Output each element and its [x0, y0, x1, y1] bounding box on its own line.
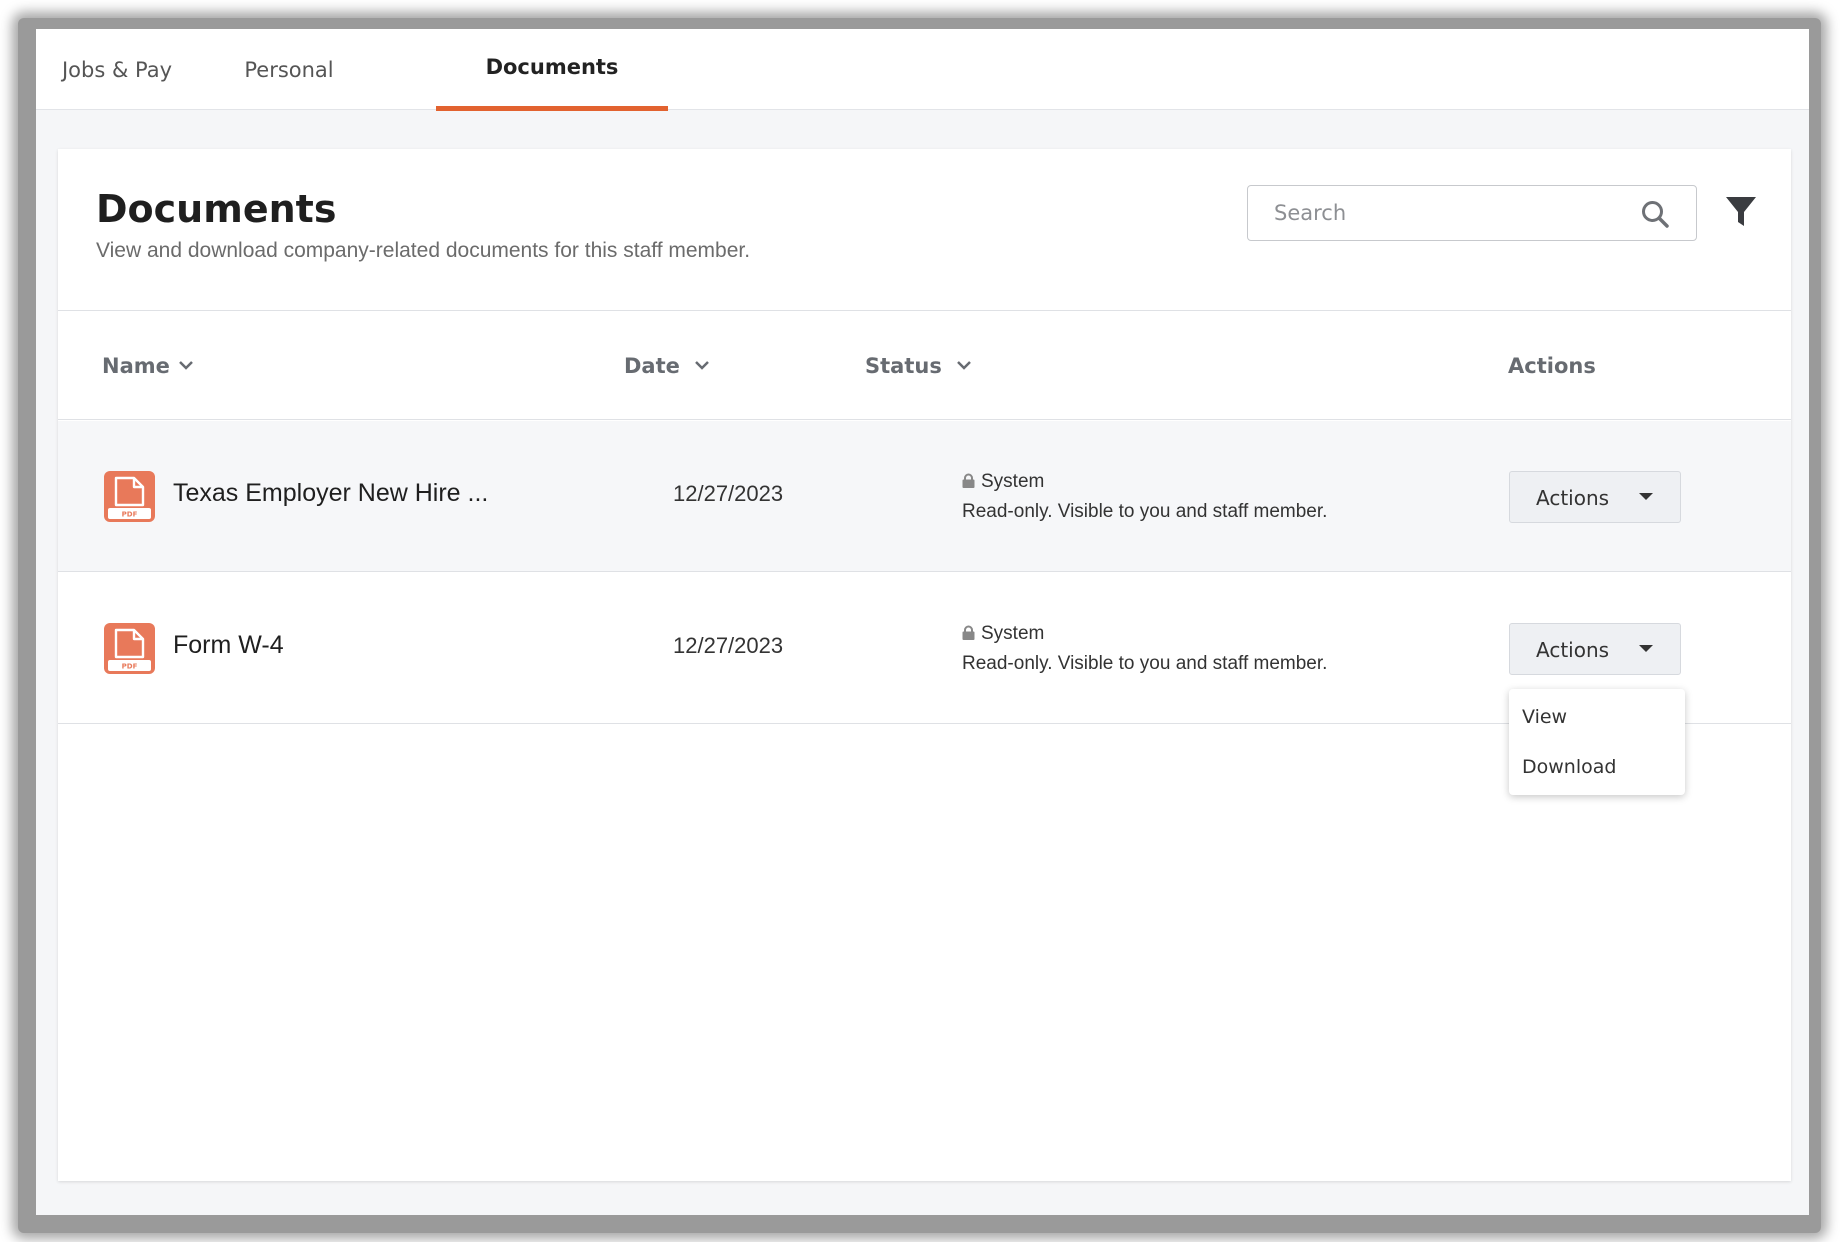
active-tab-indicator: [436, 106, 668, 111]
search-icon[interactable]: [1640, 199, 1670, 229]
documents-card: Documents View and download company-rela…: [58, 149, 1791, 1181]
status-title: System: [962, 471, 1044, 493]
table-header: Name Date Status Actions: [58, 311, 1791, 420]
actions-dropdown-button[interactable]: Actions: [1509, 623, 1681, 675]
column-label: Status: [865, 354, 942, 378]
search-box: [1247, 185, 1697, 241]
column-label: Name: [102, 354, 170, 378]
status-description: Read-only. Visible to you and staff memb…: [962, 501, 1328, 522]
tab-label: Personal: [244, 58, 334, 82]
pdf-file-icon: PDF: [104, 471, 155, 522]
page-title: Documents: [96, 187, 337, 231]
actions-button-label: Actions: [1536, 486, 1610, 510]
chevron-down-icon: [178, 361, 193, 370]
tab-jobs-pay[interactable]: Jobs & Pay: [36, 29, 198, 110]
tab-bar: Jobs & Pay Personal Documents: [36, 29, 1809, 111]
document-date: 12/27/2023: [673, 633, 784, 658]
actions-button-label: Actions: [1536, 638, 1610, 662]
caret-down-icon: [1639, 645, 1653, 652]
status-label: System: [981, 623, 1045, 644]
column-header-name[interactable]: Name: [102, 311, 194, 420]
menu-item-view[interactable]: View: [1509, 693, 1685, 741]
chevron-down-icon: [695, 361, 709, 370]
search-input[interactable]: [1248, 186, 1628, 240]
tab-personal[interactable]: Personal: [208, 29, 370, 110]
document-name[interactable]: Form W-4: [173, 631, 284, 660]
status-label: System: [981, 471, 1045, 492]
column-header-actions: Actions: [1508, 311, 1596, 420]
status-description: Read-only. Visible to you and staff memb…: [962, 653, 1328, 674]
lock-icon: [962, 473, 975, 488]
tab-label: Documents: [485, 55, 619, 79]
table-row[interactable]: PDF Texas Employer New Hire ... 12/27/20…: [58, 421, 1791, 572]
tab-label: Jobs & Pay: [61, 58, 173, 82]
pdf-badge-text: PDF: [122, 663, 138, 671]
menu-item-download[interactable]: Download: [1509, 743, 1685, 791]
column-label: Date: [624, 354, 680, 378]
chevron-down-icon: [956, 361, 971, 370]
caret-down-icon: [1639, 493, 1653, 500]
status-title: System: [962, 623, 1044, 645]
pdf-file-icon: PDF: [104, 623, 155, 674]
column-header-status[interactable]: Status: [865, 311, 972, 420]
column-header-date[interactable]: Date: [624, 311, 710, 420]
actions-menu: View Download: [1509, 689, 1685, 795]
app-window: Jobs & Pay Personal Documents Documents …: [36, 29, 1809, 1215]
actions-dropdown-button[interactable]: Actions: [1509, 471, 1681, 523]
pdf-badge-text: PDF: [122, 511, 138, 519]
card-header: Documents View and download company-rela…: [58, 149, 1791, 311]
document-date: 12/27/2023: [673, 481, 784, 506]
filter-icon[interactable]: [1725, 195, 1757, 229]
page-subtitle: View and download company-related docume…: [96, 239, 751, 262]
tab-documents[interactable]: Documents: [436, 29, 668, 111]
column-label: Actions: [1508, 354, 1596, 378]
document-name[interactable]: Texas Employer New Hire ...: [173, 479, 488, 508]
lock-icon: [962, 625, 975, 640]
